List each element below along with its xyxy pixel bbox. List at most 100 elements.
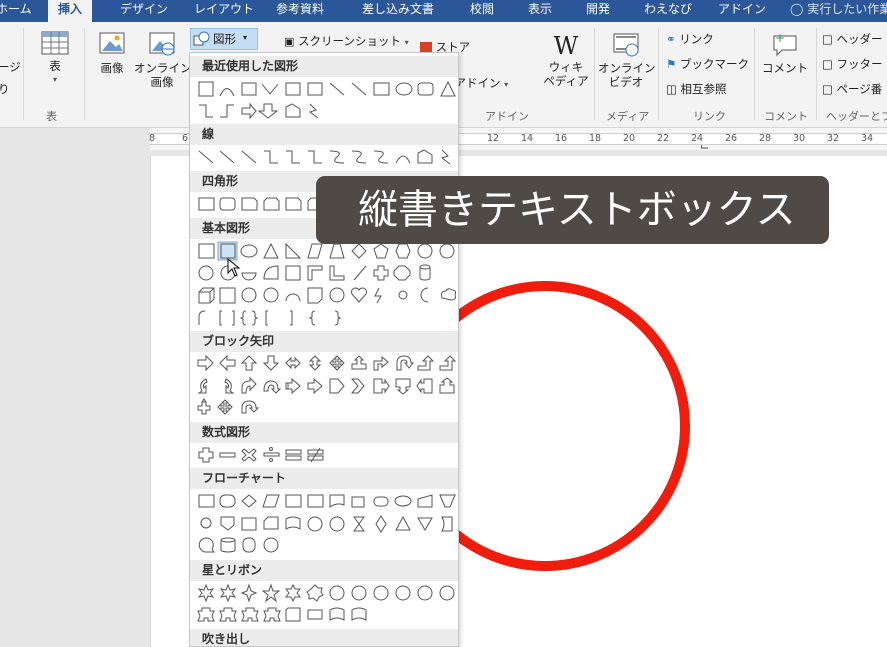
shape-thumb[interactable] xyxy=(219,452,236,458)
shape-thumb[interactable] xyxy=(290,310,293,326)
shape-thumb[interactable] xyxy=(308,103,319,119)
shape-thumb[interactable] xyxy=(395,82,413,96)
shape-thumb[interactable] xyxy=(395,155,411,164)
wikipedia-button[interactable]: W ウィキ ペディア xyxy=(540,32,592,88)
shape-thumb[interactable] xyxy=(220,537,236,543)
shape-thumb[interactable] xyxy=(439,355,456,371)
shape-thumb[interactable] xyxy=(307,287,323,304)
shape-thumb[interactable] xyxy=(200,517,212,529)
shape-thumb[interactable] xyxy=(394,495,412,507)
pages-label-partial-2[interactable]: り xyxy=(0,82,10,96)
shape-thumb[interactable] xyxy=(306,584,324,602)
tab-layout[interactable]: レイアウト xyxy=(194,0,254,22)
shape-thumb[interactable] xyxy=(329,355,345,371)
shape-thumb[interactable] xyxy=(307,243,323,259)
tab-developer[interactable]: 開発 xyxy=(586,0,610,22)
cross-reference-button[interactable]: ◫ 相互参照 xyxy=(666,82,727,96)
shape-thumb[interactable] xyxy=(220,516,235,531)
shape-thumb[interactable] xyxy=(373,150,389,164)
shape-thumb[interactable] xyxy=(197,583,215,603)
tab-home[interactable]: ホーム xyxy=(0,0,32,22)
shape-thumb[interactable] xyxy=(263,380,282,394)
shape-thumb[interactable] xyxy=(241,494,257,508)
shape-thumb[interactable] xyxy=(241,287,257,303)
shape-thumb[interactable] xyxy=(240,355,258,371)
shape-thumb[interactable] xyxy=(307,609,323,620)
tab-waenavi[interactable]: わえなび xyxy=(644,0,692,22)
shape-thumb[interactable] xyxy=(257,103,279,119)
shape-thumb[interactable] xyxy=(219,494,236,508)
shape-thumb[interactable] xyxy=(353,265,367,281)
shape-thumb[interactable] xyxy=(417,585,433,601)
shape-thumb[interactable] xyxy=(375,515,387,533)
shape-thumb[interactable] xyxy=(219,197,236,211)
shape-thumb[interactable] xyxy=(261,83,279,95)
shape-thumb[interactable] xyxy=(224,378,235,394)
shape-thumb[interactable] xyxy=(198,150,214,164)
shape-thumb[interactable] xyxy=(373,496,389,507)
shape-thumb[interactable] xyxy=(285,293,301,302)
shape-thumb[interactable] xyxy=(261,583,281,603)
shape-thumb[interactable] xyxy=(241,517,257,531)
shape-thumb[interactable] xyxy=(441,288,456,301)
shape-thumb[interactable] xyxy=(269,447,273,451)
shape-thumb[interactable] xyxy=(420,287,429,303)
online-video-button[interactable]: オンライン ビデオ xyxy=(598,30,656,89)
shape-thumb[interactable] xyxy=(334,310,342,326)
shape-thumb[interactable] xyxy=(264,150,278,164)
shape-thumb[interactable] xyxy=(197,607,215,622)
footer-button[interactable]: □ フッター xyxy=(822,57,883,71)
shape-thumb[interactable] xyxy=(198,81,214,97)
shape-thumb[interactable] xyxy=(417,149,433,164)
shape-thumb[interactable] xyxy=(439,494,456,508)
shape-thumb[interactable] xyxy=(285,449,302,455)
shape-thumb[interactable] xyxy=(217,399,233,415)
shape-thumb[interactable] xyxy=(350,378,365,394)
shape-thumb[interactable] xyxy=(398,290,408,300)
shape-thumb[interactable] xyxy=(307,82,323,96)
shape-thumb[interactable] xyxy=(439,585,455,601)
tab-insert[interactable]: 挿入 xyxy=(48,0,93,22)
shape-thumb[interactable] xyxy=(373,585,389,601)
tab-design[interactable]: デザイン xyxy=(120,0,168,22)
shape-thumb[interactable] xyxy=(329,378,345,394)
shape-thumb[interactable] xyxy=(197,354,214,372)
shape-thumb[interactable] xyxy=(220,104,234,118)
shape-thumb[interactable] xyxy=(263,242,279,259)
shape-thumb[interactable] xyxy=(239,310,259,326)
shape-thumb[interactable] xyxy=(351,355,367,370)
header-button[interactable]: □ ヘッダー xyxy=(822,32,883,46)
shape-thumb[interactable] xyxy=(351,243,367,259)
shape-thumb[interactable] xyxy=(263,516,279,530)
shape-thumb[interactable] xyxy=(219,150,235,164)
shape-thumb[interactable] xyxy=(285,494,302,508)
shape-thumb[interactable] xyxy=(373,243,389,259)
shape-thumb[interactable] xyxy=(353,516,365,532)
shape-thumb[interactable] xyxy=(417,243,433,259)
shape-thumb[interactable] xyxy=(351,150,367,164)
shape-thumb[interactable] xyxy=(285,583,301,603)
link-button[interactable]: ⚭ リンク xyxy=(666,32,714,46)
shape-thumb[interactable] xyxy=(241,272,257,281)
shape-thumb[interactable] xyxy=(198,537,215,553)
shape-thumb[interactable] xyxy=(285,356,301,370)
shape-thumb[interactable] xyxy=(417,517,433,531)
shape-thumb[interactable] xyxy=(307,265,323,281)
shape-thumb[interactable] xyxy=(329,243,345,259)
shape-thumb[interactable] xyxy=(198,494,215,508)
shape-thumb[interactable] xyxy=(373,265,389,281)
screenshot-button[interactable]: ▣ スクリーンショット ▾ xyxy=(284,34,409,50)
shape-thumb[interactable] xyxy=(219,354,236,372)
shape-thumb[interactable] xyxy=(219,310,235,326)
shape-thumb[interactable] xyxy=(351,607,367,621)
shape-thumb[interactable] xyxy=(241,607,259,622)
shape-thumb[interactable] xyxy=(417,494,433,508)
shape-thumb[interactable] xyxy=(329,607,345,621)
shape-thumb[interactable] xyxy=(416,378,433,394)
shape-thumb[interactable] xyxy=(263,287,279,303)
tab-references[interactable]: 参考資料 xyxy=(276,0,324,22)
shape-thumb[interactable] xyxy=(351,82,367,96)
shape-thumb[interactable] xyxy=(395,515,411,531)
shape-thumb[interactable] xyxy=(241,197,258,211)
shape-thumb[interactable] xyxy=(241,400,260,414)
